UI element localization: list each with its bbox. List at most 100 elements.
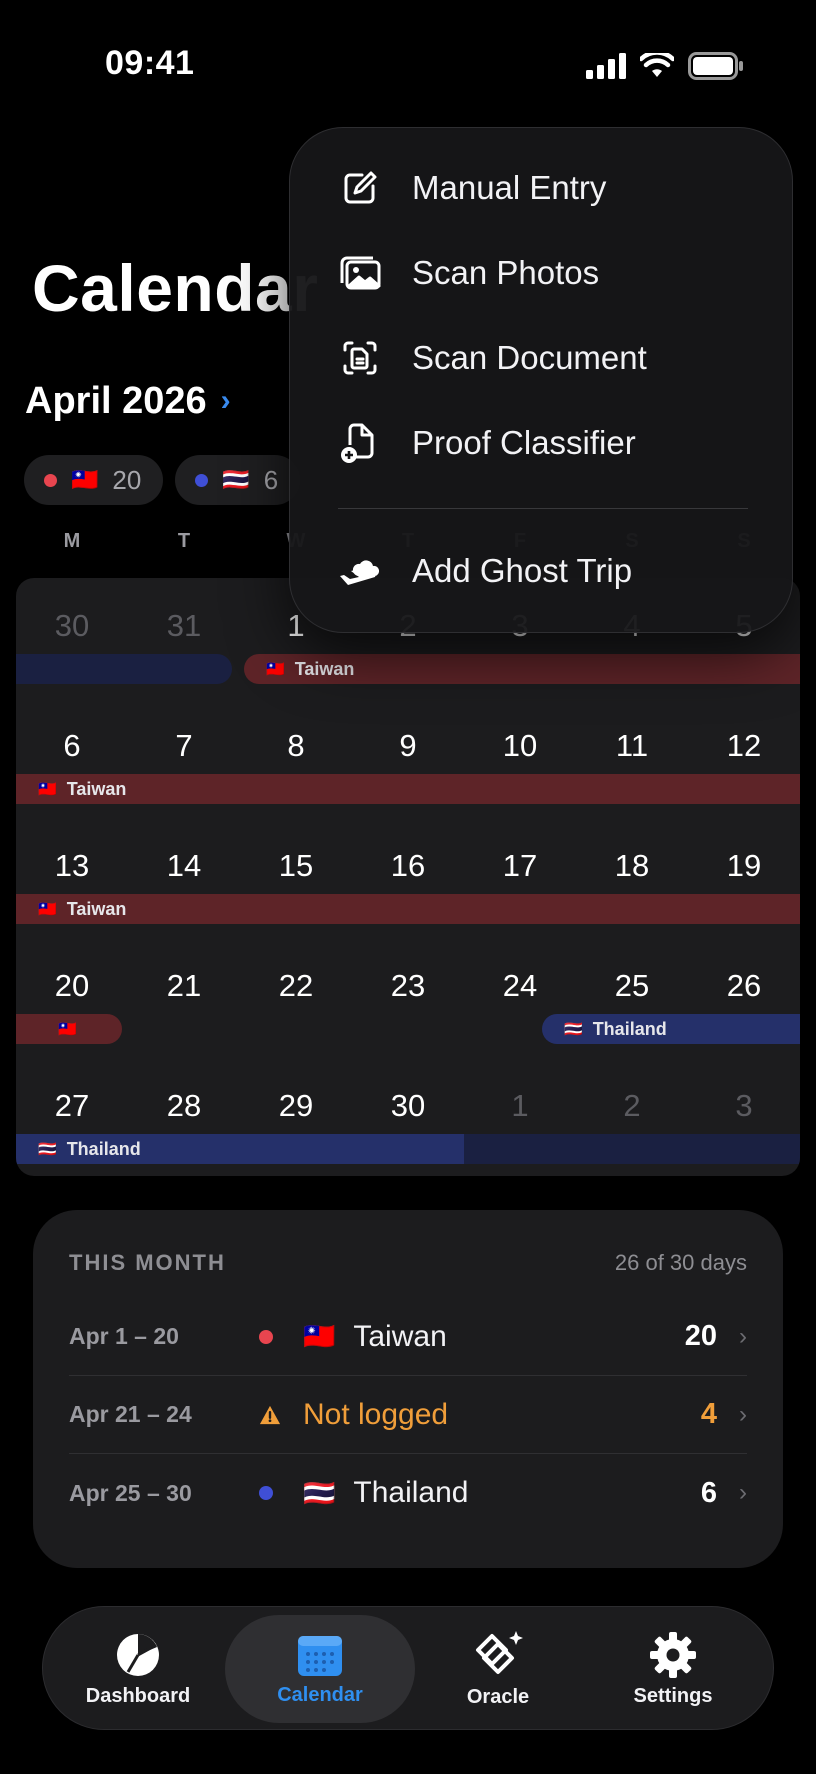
menu-item-manual-entry[interactable]: Manual Entry	[338, 158, 606, 218]
calendar-day[interactable]: 27	[16, 1088, 128, 1128]
calendar-day[interactable]: 31	[128, 608, 240, 648]
summary-row-not-logged[interactable]: Apr 21 – 24 Not logged 4 ›	[69, 1376, 747, 1454]
calendar-day[interactable]: 30	[16, 608, 128, 648]
taiwan-flag-icon: 🇹🇼	[58, 1021, 77, 1038]
wifi-icon	[640, 53, 674, 77]
menu-item-add-ghost-trip[interactable]: Add Ghost Trip	[338, 541, 632, 601]
calendar-day[interactable]: 25	[576, 968, 688, 1008]
calendar-day[interactable]: 19	[688, 848, 800, 888]
cellular-signal-icon	[586, 53, 626, 79]
trip-label: Taiwan	[66, 898, 127, 919]
tab-settings[interactable]: Settings	[598, 1615, 748, 1723]
calendar-day[interactable]: 29	[240, 1088, 352, 1128]
trip-label: Taiwan	[66, 778, 127, 799]
trip-label: Thailand	[66, 1138, 141, 1159]
trip-label: Taiwan	[294, 658, 355, 679]
calendar-day[interactable]: 21	[128, 968, 240, 1008]
calendar-day[interactable]: 10	[464, 728, 576, 768]
summary-row-taiwan[interactable]: Apr 1 – 20 🇹🇼 Taiwan 20 ›	[69, 1298, 747, 1376]
summary-row-thailand[interactable]: Apr 25 – 30 🇹🇭 Thailand 6 ›	[69, 1454, 747, 1532]
trip-bar[interactable]: 🇹🇼 Taiwan	[16, 774, 800, 804]
tab-label: Oracle	[466, 1685, 530, 1708]
country-chip-taiwan[interactable]: 🇹🇼 20	[24, 455, 164, 505]
trip-bar[interactable]	[464, 1134, 800, 1164]
calendar-day[interactable]: 13	[16, 848, 128, 888]
calendar-day[interactable]: 30	[352, 1088, 464, 1128]
trip-bar[interactable]: 🇹🇼 Taiwan	[16, 894, 800, 924]
menu-divider	[338, 508, 748, 509]
calendar-day[interactable]: 15	[240, 848, 352, 888]
calendar-day[interactable]: 2	[576, 1088, 688, 1128]
trip-bar[interactable]	[16, 654, 232, 684]
month-label: April 2026	[25, 380, 207, 422]
calendar-day[interactable]: 9	[352, 728, 464, 768]
add-menu: Manual Entry Scan Photos Scan Document P…	[289, 127, 793, 633]
chevron-right-icon: ›	[220, 383, 231, 417]
menu-item-label: Proof Classifier	[412, 424, 636, 461]
menu-item-scan-document[interactable]: Scan Document	[338, 328, 647, 388]
trip-bar[interactable]: 🇹🇭 Thailand	[16, 1134, 464, 1164]
country-chip-thailand[interactable]: 🇹🇭 6	[175, 455, 301, 505]
calendar-day[interactable]: 22	[240, 968, 352, 1008]
calendar-day[interactable]: 26	[688, 968, 800, 1008]
menu-item-label: Scan Photos	[412, 254, 600, 291]
page-title: Calendar	[32, 251, 319, 325]
this-month-card: THIS MONTH 26 of 30 days Apr 1 – 20 🇹🇼 T…	[33, 1210, 783, 1568]
tab-calendar[interactable]: Calendar	[225, 1615, 415, 1723]
trip-bar[interactable]: 🇹🇼	[16, 1014, 122, 1044]
calendar-day[interactable]: 1	[464, 1088, 576, 1128]
this-month-title: THIS MONTH	[69, 1250, 226, 1275]
tab-dashboard[interactable]: Dashboard	[63, 1615, 213, 1723]
gear-icon	[650, 1631, 696, 1678]
oracle-sparkle-icon	[476, 1630, 523, 1674]
calendar-day[interactable]: 28	[128, 1088, 240, 1128]
calendar-day[interactable]: 3	[688, 1088, 800, 1128]
calendar-day[interactable]: 17	[464, 848, 576, 888]
photos-icon	[338, 251, 382, 295]
tab-label: Calendar	[277, 1683, 363, 1706]
menu-item-label: Manual Entry	[412, 169, 607, 206]
battery-icon	[688, 52, 743, 80]
status-time: 09:41	[105, 44, 195, 82]
airplane-cloud-icon	[338, 549, 382, 593]
trip-bar[interactable]: 🇹🇭 Thailand	[542, 1014, 800, 1044]
calendar-day[interactable]: 20	[16, 968, 128, 1008]
calendar-day[interactable]: 16	[352, 848, 464, 888]
taiwan-flag-icon: 🇹🇼	[38, 781, 57, 798]
chip-count: 6	[263, 464, 279, 495]
month-selector[interactable]: April 2026 ›	[25, 380, 231, 423]
weekday-label: T	[177, 530, 191, 552]
menu-item-label: Add Ghost Trip	[412, 552, 633, 589]
calendar-day[interactable]: 14	[128, 848, 240, 888]
country-chips: 🇹🇼 20 🇹🇭 6	[24, 455, 301, 505]
this-month-count: 26 of 30 days	[614, 1250, 747, 1275]
calendar-day[interactable]: 23	[352, 968, 464, 1008]
tab-label: Dashboard	[85, 1684, 191, 1707]
scan-document-icon	[338, 336, 382, 380]
menu-item-scan-photos[interactable]: Scan Photos	[338, 243, 599, 303]
calendar-day[interactable]: 24	[464, 968, 576, 1008]
menu-item-proof-classifier[interactable]: Proof Classifier	[338, 413, 636, 473]
calendar-day[interactable]: 7	[128, 728, 240, 768]
thailand-flag-icon: 🇹🇭	[303, 1477, 336, 1508]
thailand-flag-icon: 🇹🇭	[38, 1141, 57, 1158]
country-dot	[259, 1486, 273, 1500]
calendar-day[interactable]: 18	[576, 848, 688, 888]
calendar-day[interactable]: 11	[576, 728, 688, 768]
calendar-day[interactable]: 8	[240, 728, 352, 768]
calendar-day[interactable]: 6	[16, 728, 128, 768]
thailand-flag-icon: 🇹🇭	[222, 467, 250, 492]
taiwan-flag-icon: 🇹🇼	[38, 901, 57, 918]
tab-label: Settings	[633, 1684, 713, 1707]
trip-label: Thailand	[592, 1018, 667, 1039]
chevron-right-icon: ›	[739, 1322, 747, 1350]
summary-country: Not logged	[303, 1397, 449, 1431]
tab-oracle[interactable]: Oracle	[423, 1615, 573, 1723]
country-dot	[44, 473, 57, 487]
chevron-right-icon: ›	[739, 1400, 747, 1428]
trip-bar[interactable]: 🇹🇼 Taiwan	[244, 654, 800, 684]
summary-range: Apr 21 – 24	[69, 1401, 192, 1427]
thailand-flag-icon: 🇹🇭	[564, 1021, 583, 1038]
calendar-day[interactable]: 12	[688, 728, 800, 768]
menu-item-label: Scan Document	[412, 339, 647, 376]
